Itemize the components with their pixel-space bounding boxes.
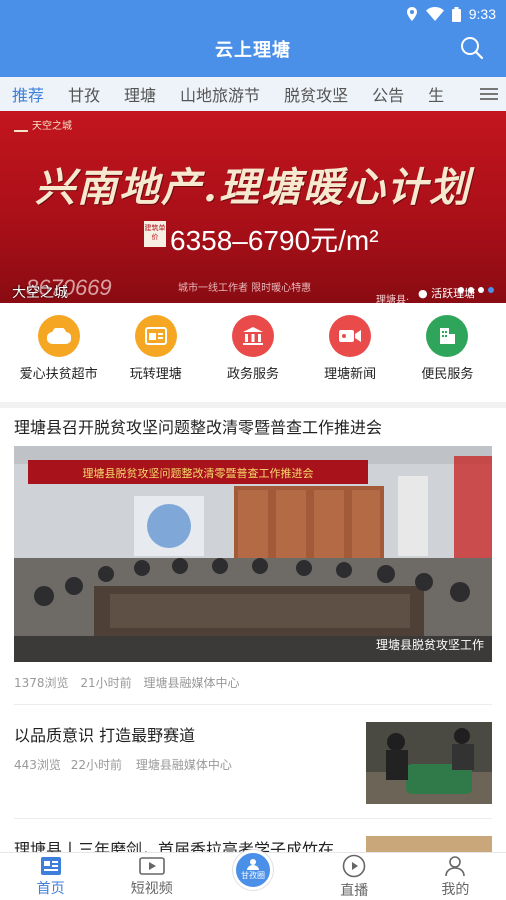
nav-label: 我的 <box>441 881 470 898</box>
carousel-dot[interactable] <box>478 287 484 293</box>
price-tag: 建筑单价 <box>144 221 166 247</box>
quick-link-public-services[interactable]: 便民服务 <box>402 315 492 395</box>
carousel-indicator <box>458 287 494 293</box>
banner-caption: 大空之城 <box>12 285 68 301</box>
tab-litang[interactable]: 理塘 <box>112 82 168 106</box>
home-icon <box>40 856 61 875</box>
article-title[interactable]: 理塘县召开脱贫攻坚问题整改清零暨普查工作推进会 <box>14 414 382 438</box>
tab-life[interactable]: 生 <box>416 82 456 106</box>
government-icon <box>231 315 274 357</box>
banner-tagline: 城市一线工作者 限时暖心特惠 <box>178 283 312 294</box>
banner-brand: 天空之城 <box>14 117 72 132</box>
promo-banner[interactable]: 天空之城 兴南地产.理塘暖心计划 建筑单价 6358–6790元/m² 城市一线… <box>0 111 506 303</box>
article-thumbnail[interactable] <box>366 836 492 852</box>
channel-tabs: 推荐 甘孜 理塘 山地旅游节 脱贫攻坚 公告 生 <box>0 77 506 111</box>
app-title: 云上理塘 <box>215 40 291 61</box>
nav-label: 直播 <box>340 882 369 899</box>
list-separator <box>14 818 492 819</box>
article-source: 理塘县融媒体中心 <box>143 676 240 690</box>
location-icon <box>406 7 417 21</box>
video-icon <box>138 856 165 875</box>
carousel-dot-active[interactable] <box>488 287 494 293</box>
view-count: 443浏览 <box>14 758 61 772</box>
article-meta: 443浏览 22小时前 理塘县融媒体中心 <box>14 756 232 773</box>
tab-menu-button[interactable] <box>472 77 506 111</box>
nav-center-label: 甘孜圈 <box>241 871 265 880</box>
wifi-icon <box>425 7 444 21</box>
carousel-dot[interactable] <box>458 287 464 293</box>
nav-home[interactable]: 首页 <box>0 853 101 900</box>
battery-icon <box>451 6 461 22</box>
nav-label: 短视频 <box>130 880 173 897</box>
status-time: 9:33 <box>468 6 496 22</box>
play-icon <box>342 854 366 877</box>
tab-poverty-alleviation[interactable]: 脱贫攻坚 <box>272 82 360 106</box>
cloud-icon <box>37 315 80 357</box>
nav-profile[interactable]: 我的 <box>405 853 506 900</box>
nav-label: 首页 <box>36 880 65 897</box>
banner-source: 理塘县· <box>376 295 410 303</box>
quick-link-gov-services[interactable]: 政务服务 <box>208 315 298 395</box>
search-button[interactable] <box>460 36 484 60</box>
tab-mountain-festival[interactable]: 山地旅游节 <box>168 82 272 106</box>
section-divider <box>0 402 506 408</box>
quick-link-charity-market[interactable]: 爱心扶贫超市 <box>14 315 104 395</box>
browser-icon <box>134 315 177 357</box>
app-header: 9:33 云上理塘 <box>0 0 506 77</box>
nav-short-video[interactable]: 短视频 <box>101 853 202 900</box>
menu-icon <box>480 88 498 100</box>
article-meta: 1378浏览 21小时前 理塘县融媒体中心 <box>14 674 240 691</box>
publish-time: 22小时前 <box>70 758 123 772</box>
nav-community[interactable]: 甘孜圈 <box>202 849 303 900</box>
tab-announcements[interactable]: 公告 <box>360 82 416 106</box>
user-icon <box>445 855 466 876</box>
view-count: 1378浏览 <box>14 676 69 690</box>
article-thumbnail[interactable] <box>366 722 492 804</box>
tab-recommend[interactable]: 推荐 <box>0 82 56 106</box>
list-separator <box>14 704 492 705</box>
meeting-banner-text: 理塘县脱贫攻坚问题整改清零暨普查工作推进会 <box>83 466 314 480</box>
image-watermark: 理塘县脱贫攻坚工作 <box>376 637 484 652</box>
banner-headline: 兴南地产.理塘暖心计划 <box>35 164 471 211</box>
quick-link-news[interactable]: 理塘新闻 <box>305 315 395 395</box>
banner-price: 6358–6790元/m² <box>170 225 379 256</box>
video-camera-icon <box>329 315 372 357</box>
community-icon: 甘孜圈 <box>233 849 273 890</box>
wechat-icon: ● <box>418 287 428 300</box>
tab-ganzi[interactable]: 甘孜 <box>56 82 112 106</box>
brand-logo-icon <box>14 122 28 132</box>
bottom-navigation: 首页 短视频 甘孜圈 直播 我的 <box>0 849 506 900</box>
status-bar: 9:33 <box>0 0 506 28</box>
meeting-photo: 理塘县脱贫攻坚问题整改清零暨普查工作推进会 理塘县脱贫攻坚工作 <box>14 446 492 662</box>
nav-live[interactable]: 直播 <box>304 853 405 900</box>
search-icon <box>461 37 484 60</box>
building-icon <box>426 315 469 357</box>
publish-time: 21小时前 <box>80 676 132 690</box>
article-title[interactable]: 以品质意识 打造最野赛道 <box>14 722 195 746</box>
quick-links: 爱心扶贫超市 玩转理塘 政务服务 理塘新闻 便民服务 <box>0 315 506 395</box>
carousel-dot[interactable] <box>468 287 474 293</box>
article-image[interactable]: 理塘县脱贫攻坚问题整改清零暨普查工作推进会 理塘县脱贫攻坚工作 <box>14 446 492 662</box>
quick-link-explore-litang[interactable]: 玩转理塘 <box>111 315 201 395</box>
article-source: 理塘县融媒体中心 <box>135 758 232 772</box>
